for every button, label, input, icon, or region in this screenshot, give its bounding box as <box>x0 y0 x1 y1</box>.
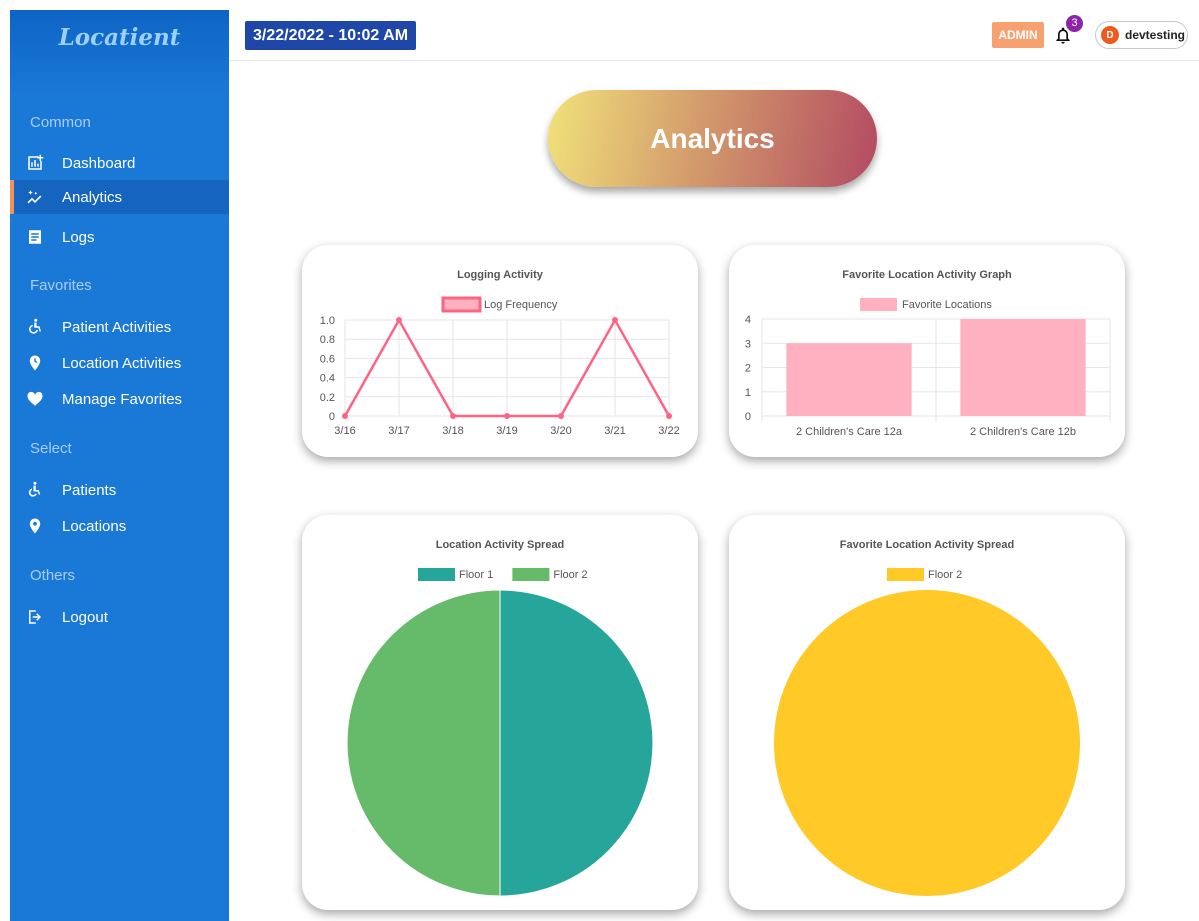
logs-icon <box>26 228 44 246</box>
y-tick-label: 0.8 <box>320 334 335 346</box>
map-marker-icon <box>26 517 44 535</box>
y-tick-label: 0 <box>329 411 335 423</box>
location-activity-spread-chart: Location Activity Spread Floor 1 Floor 2 <box>346 539 654 897</box>
legend-swatch <box>887 568 924 581</box>
chart-title: Favorite Location Activity Graph <box>842 269 1012 281</box>
section-select-title: Select <box>30 440 72 457</box>
data-point <box>504 413 510 419</box>
data-point <box>558 413 564 419</box>
sidebar-item-logs[interactable]: Logs <box>10 220 229 254</box>
sidebar-item-locations[interactable]: Locations <box>10 509 229 543</box>
bar <box>786 343 912 416</box>
favorite-location-activity-card: Favorite Location Activity Graph Favorite… <box>729 245 1125 457</box>
sidebar-item-label: Patients <box>62 481 117 499</box>
y-tick-label: 0.6 <box>320 353 335 365</box>
sidebar-item-label: Dashboard <box>62 154 136 172</box>
legend-label: Log Frequency <box>484 299 558 311</box>
data-point <box>450 413 456 419</box>
data-point <box>666 413 672 419</box>
y-tick-label: 1.0 <box>320 315 335 327</box>
wheelchair-person-icon <box>26 481 44 499</box>
pie-slice <box>499 589 654 897</box>
logout-icon <box>26 608 44 626</box>
y-tick-label: 0.2 <box>320 392 335 404</box>
pie-slice <box>774 590 1080 896</box>
y-tick-label: 0.4 <box>320 373 335 385</box>
x-tick-label: 2 Children's Care 12a <box>796 426 903 438</box>
topbar: 3/22/2022 - 10:02 AM ADMIN 3 D devtestin… <box>229 10 1199 61</box>
dashboard-icon <box>26 154 44 172</box>
x-tick-label: 3/21 <box>604 425 625 437</box>
app-root: Locatient Common Dashboard Analytics Log… <box>0 0 1199 921</box>
sidebar-item-label: Logout <box>62 608 108 626</box>
sidebar-item-label: Logs <box>62 228 95 246</box>
x-tick-label: 3/16 <box>334 425 355 437</box>
sidebar-item-analytics[interactable]: Analytics <box>10 180 229 214</box>
chart-title: Logging Activity <box>457 269 544 281</box>
legend-label: Floor 1 <box>459 569 493 581</box>
username-label: devtesting <box>1125 28 1186 42</box>
location-pin-icon <box>26 354 44 372</box>
logging-activity-card: Logging Activity Log Frequency 0 0.2 0.4 0.6 0… <box>302 245 698 457</box>
admin-badge: ADMIN <box>992 22 1044 48</box>
legend-label: Floor 2 <box>928 569 962 581</box>
favorite-location-spread-chart: Favorite Location Activity Spread Floor 2 <box>774 539 1080 896</box>
y-tick-label: 4 <box>745 314 751 326</box>
notification-count-badge[interactable]: 3 <box>1066 15 1083 32</box>
logo-band <box>10 10 229 94</box>
pie-slice <box>346 589 501 897</box>
legend-swatch <box>512 568 550 581</box>
section-others-title: Others <box>30 567 76 584</box>
y-tick-label: 1 <box>745 387 751 399</box>
page-title: Analytics <box>548 90 877 187</box>
legend-swatch <box>441 296 482 313</box>
chart-title: Favorite Location Activity Spread <box>840 539 1014 551</box>
section-favorites-title: Favorites <box>30 277 92 294</box>
x-tick-label: 3/17 <box>388 425 409 437</box>
chart-title: Location Activity Spread <box>436 539 565 551</box>
logging-activity-chart: Logging Activity Log Frequency 0 0.2 0.4 0.6 0… <box>320 269 680 437</box>
y-tick-label: 3 <box>745 338 751 350</box>
sidebar-item-manage-favorites[interactable]: Manage Favorites <box>10 382 229 416</box>
sidebar-item-label: Locations <box>62 517 127 535</box>
sidebar-item-label: Analytics <box>62 188 123 206</box>
app-logo[interactable]: Locatient <box>10 24 229 51</box>
sidebar-item-label: Manage Favorites <box>62 390 183 408</box>
sidebar-item-label: Location Activities <box>62 354 182 372</box>
x-tick-label: 3/22 <box>658 425 679 437</box>
x-tick-label: 2 Children's Care 12b <box>970 426 1076 438</box>
sidebar-item-dashboard[interactable]: Dashboard <box>10 146 229 180</box>
data-point <box>396 317 402 323</box>
section-common-title: Common <box>30 114 91 131</box>
sidebar-item-label: Patient Activities <box>62 318 172 336</box>
data-point <box>342 413 348 419</box>
heart-icon <box>26 390 44 408</box>
x-tick-label: 3/19 <box>496 425 517 437</box>
bar <box>960 319 1086 416</box>
legend-label: Favorite Locations <box>902 299 992 311</box>
sidebar: Locatient Common Dashboard Analytics Log… <box>10 10 229 921</box>
user-menu-button[interactable]: D devtesting <box>1095 21 1188 49</box>
sidebar-item-logout[interactable]: Logout <box>10 600 229 634</box>
sidebar-item-patient-activities[interactable]: Patient Activities <box>10 310 229 344</box>
y-tick-label: 0 <box>745 411 751 423</box>
y-tick-label: 2 <box>745 363 751 375</box>
favorite-location-activity-chart: Favorite Location Activity Graph Favorite… <box>745 269 1111 438</box>
legend-swatch <box>860 298 897 311</box>
location-activity-spread-card: Location Activity Spread Floor 1 Floor 2 <box>302 515 698 910</box>
favorite-location-spread-card: Favorite Location Activity Spread Floor 2 <box>729 515 1125 910</box>
data-point <box>612 317 618 323</box>
wheelchair-icon <box>26 318 44 336</box>
legend-label: Floor 2 <box>553 569 587 581</box>
avatar: D <box>1101 26 1119 44</box>
x-tick-label: 3/20 <box>550 425 571 437</box>
datetime-display: 3/22/2022 - 10:02 AM <box>245 21 417 50</box>
x-tick-label: 3/18 <box>442 425 463 437</box>
sidebar-item-location-activities[interactable]: Location Activities <box>10 346 229 380</box>
analytics-icon <box>26 188 44 206</box>
legend-swatch <box>418 568 455 581</box>
sidebar-item-patients[interactable]: Patients <box>10 473 229 507</box>
